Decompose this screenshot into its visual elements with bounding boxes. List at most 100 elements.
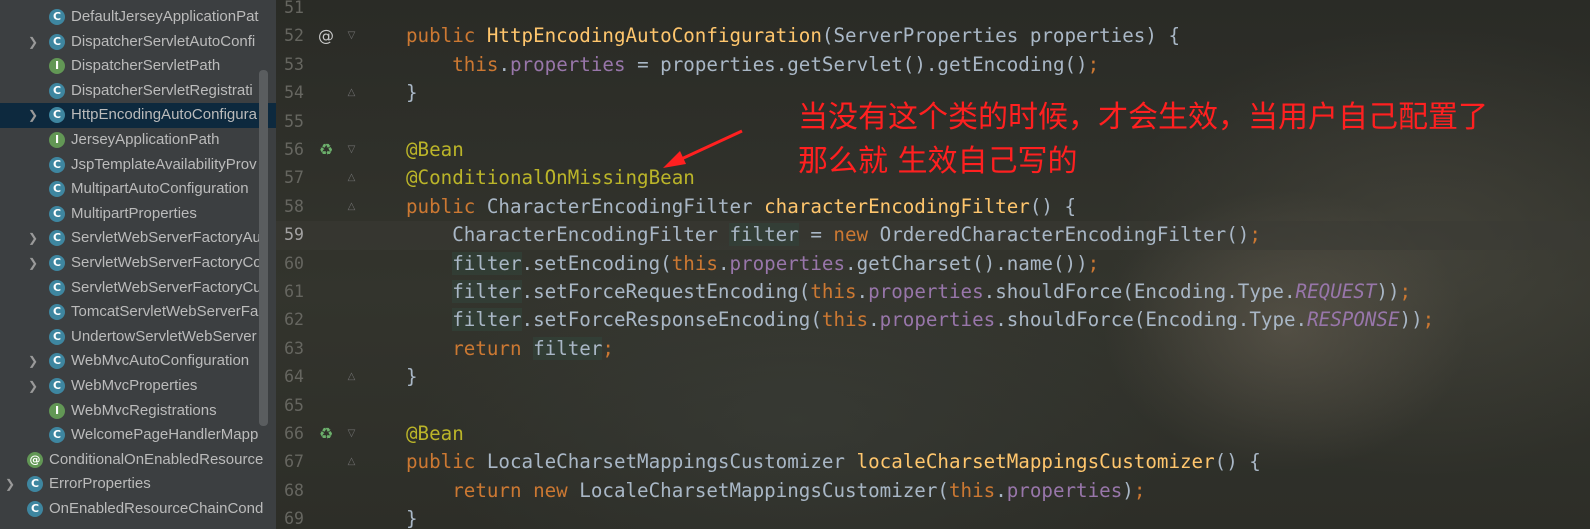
line-number[interactable]: 52	[276, 22, 304, 50]
line-number[interactable]: 64	[276, 363, 304, 391]
code-line[interactable]: 69}	[276, 505, 1590, 529]
class-icon: C	[49, 82, 65, 99]
bean-icon[interactable]: ♻	[316, 424, 336, 444]
chevron-right-icon[interactable]: ❯	[3, 472, 17, 497]
tree-item[interactable]: ❯ C HttpEncodingAutoConfigura	[0, 103, 276, 128]
code-line[interactable]: 63 return filter;	[276, 335, 1590, 363]
fold-open-icon[interactable]: ▽	[346, 428, 357, 440]
code-line[interactable]: 64 △}	[276, 363, 1590, 391]
tree-item[interactable]: ❯ C WebMvcAutoConfiguration	[0, 349, 276, 374]
code-token: .	[868, 308, 880, 332]
tree-item[interactable]: C OnEnabledResourceChainCond	[0, 497, 276, 522]
chevron-right-icon[interactable]: ❯	[26, 251, 40, 276]
bean-icon[interactable]: ♻	[316, 140, 336, 160]
tree-item[interactable]: C MultipartAutoConfiguration	[0, 177, 276, 202]
code-line[interactable]: 53 this.properties = properties.getServl…	[276, 51, 1590, 79]
tree-item-label: WebMvcProperties	[71, 377, 198, 394]
code-line[interactable]: 52 @ ▽ public HttpEncodingAutoConfiguration…	[276, 22, 1590, 50]
line-number[interactable]: 56	[276, 136, 304, 164]
code-token: CharacterEncodingFilter	[486, 194, 765, 218]
line-number[interactable]: 54	[276, 79, 304, 107]
annotation-icon: @	[27, 451, 43, 468]
line-number[interactable]: 58	[276, 193, 304, 221]
code-line[interactable]: 61 filter.setForceRequestEncoding(this.p…	[276, 278, 1590, 306]
code-token: = properties.getServlet().getEncoding()	[625, 52, 1088, 76]
code-token: ))	[1399, 308, 1423, 332]
code-line[interactable]: 68 return new LocaleCharsetMappingsCusto…	[276, 477, 1590, 505]
line-number[interactable]: 62	[276, 306, 304, 334]
fold-mid-icon[interactable]: △	[346, 172, 357, 184]
line-number[interactable]: 68	[276, 477, 304, 505]
code-text: filter.setForceRequestEncoding(this.prop…	[406, 278, 1411, 306]
tree-item[interactable]: @ ConditionalOnEnabledResource	[0, 448, 276, 473]
code-line[interactable]: 60 filter.setEncoding(this.properties.ge…	[276, 250, 1590, 278]
tree-item[interactable]: C UndertowServletWebServer	[0, 325, 276, 350]
code-token: =	[798, 223, 834, 247]
tree-item[interactable]: C MultipartProperties	[0, 202, 276, 227]
line-number[interactable]: 65	[276, 392, 304, 420]
at-icon[interactable]: @	[316, 26, 336, 46]
tree-item[interactable]: ❯ C DispatcherServletAutoConfi	[0, 30, 276, 55]
tree-item[interactable]: ❯ C ErrorProperties	[0, 472, 276, 497]
chevron-right-icon[interactable]: ❯	[26, 226, 40, 251]
tree-item[interactable]: C WelcomePageHandlerMapp	[0, 423, 276, 448]
fold-open-icon[interactable]: ▽	[346, 144, 357, 156]
line-number[interactable]: 57	[276, 164, 304, 192]
code-editor[interactable]: 51 52 @ ▽ public HttpEncodingAutoConfigurati…	[276, 0, 1590, 529]
chevron-right-icon[interactable]: ❯	[26, 103, 40, 128]
line-number[interactable]: 55	[276, 108, 304, 136]
fold-open-icon[interactable]: ▽	[346, 30, 357, 42]
code-token: HttpEncodingAutoConfiguration	[486, 24, 822, 48]
code-text: return filter;	[406, 335, 614, 363]
code-line[interactable]: 62 filter.setForceResponseEncoding(this.…	[276, 306, 1590, 334]
chevron-right-icon[interactable]: ❯	[26, 349, 40, 374]
fold-close-icon[interactable]: △	[346, 87, 357, 99]
line-number[interactable]: 67	[276, 448, 304, 476]
tree-item[interactable]: I DispatcherServletPath	[0, 54, 276, 79]
tree-item[interactable]: ❯ C ServletWebServerFactoryAu	[0, 226, 276, 251]
tree-item[interactable]: C JspTemplateAvailabilityProv	[0, 153, 276, 178]
class-icon: C	[49, 230, 65, 247]
code-token: this	[810, 280, 857, 303]
code-line[interactable]: 58 △ public CharacterEncodingFilter charac…	[276, 193, 1590, 221]
chevron-right-icon[interactable]: ❯	[26, 374, 40, 399]
tree-item[interactable]: C DispatcherServletRegistrati	[0, 79, 276, 104]
tree-item[interactable]: C DefaultJerseyApplicationPat	[0, 5, 276, 30]
code-line[interactable]: 65	[276, 392, 1590, 420]
line-number[interactable]: 59	[276, 221, 304, 249]
line-number[interactable]: 63	[276, 335, 304, 363]
tree-item-label: TomcatServletWebServerFa	[71, 303, 259, 321]
code-line[interactable]: 66 ♻ ▽ @Bean	[276, 420, 1590, 448]
code-token: properties	[510, 52, 626, 76]
interface-icon: I	[49, 132, 65, 148]
line-number[interactable]: 69	[276, 505, 304, 529]
code-token: .shouldForce(Encoding.Type.	[983, 280, 1296, 303]
code-line[interactable]: 51	[276, 0, 1590, 22]
fold-close-icon[interactable]: △	[346, 201, 357, 213]
line-number[interactable]: 53	[276, 51, 304, 79]
tree-item-label: UndertowServletWebServer	[71, 327, 257, 345]
tree-item-label: ServletWebServerFactoryCo	[71, 254, 262, 271]
tree-item[interactable]: C TomcatServletWebServerFa	[0, 300, 276, 325]
code-token: ;	[1422, 308, 1435, 332]
fold-close-icon[interactable]: △	[346, 371, 357, 383]
tree-item[interactable]: I JerseyApplicationPath	[0, 128, 276, 153]
chevron-right-icon[interactable]: ❯	[26, 30, 40, 55]
tree-item[interactable]: ❯ C ServletWebServerFactoryCo	[0, 251, 276, 276]
line-number[interactable]: 60	[276, 250, 304, 278]
code-token: (ServerProperties properties) {	[821, 24, 1180, 48]
tree-item[interactable]: I WebMvcRegistrations	[0, 399, 276, 424]
tree-item[interactable]: ❯ C WebMvcProperties	[0, 374, 276, 399]
code-token: properties	[868, 280, 984, 303]
code-line[interactable]: 67 △ public LocaleCharsetMappingsCustomize…	[276, 448, 1590, 476]
annotation-note-line-2: 那么就 生效自己写的	[798, 144, 1078, 179]
line-number[interactable]: 51	[276, 0, 304, 22]
line-number[interactable]: 66	[276, 420, 304, 448]
fold-mid-icon[interactable]: △	[346, 456, 357, 468]
tree-item[interactable]: C ServletWebServerFactoryCu	[0, 276, 276, 301]
code-line[interactable]: 59 CharacterEncodingFilter filter = new …	[276, 221, 1590, 250]
tree-scrollbar[interactable]	[259, 70, 268, 426]
line-number[interactable]: 61	[276, 278, 304, 306]
